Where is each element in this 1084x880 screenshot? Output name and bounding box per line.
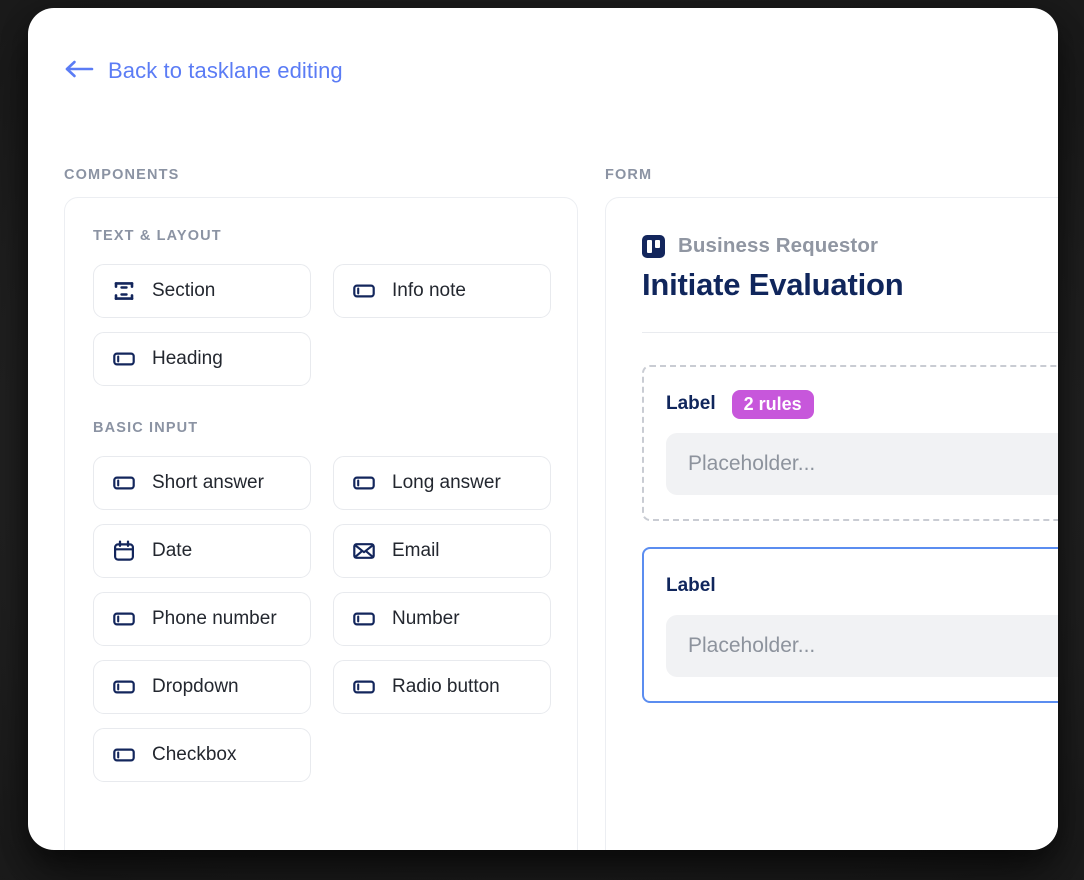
text-field-icon [351, 674, 377, 700]
component-label: Phone number [152, 608, 277, 629]
form-owner-label: Business Requestor [678, 234, 879, 257]
form-field-label: Label [666, 575, 716, 596]
group-caption-basic-input: BASIC INPUT [93, 420, 199, 436]
components-column-caption: COMPONENTS [64, 167, 180, 183]
form-divider [642, 332, 1058, 333]
calendar-icon [111, 538, 137, 564]
component-label: Section [152, 280, 216, 301]
component-label: Date [152, 540, 193, 561]
text-field-icon [351, 278, 377, 304]
component-radio-button[interactable]: Radio button [333, 660, 551, 714]
form-title: Initiate Evaluation [642, 267, 904, 302]
component-label: Dropdown [152, 676, 239, 697]
back-link-label: Back to tasklane editing [108, 58, 343, 83]
component-dropdown[interactable]: Dropdown [93, 660, 311, 714]
component-label: Email [392, 540, 440, 561]
component-date[interactable]: Date [93, 524, 311, 578]
form-field-input[interactable]: Placeholder... [666, 615, 1058, 677]
component-short-answer[interactable]: Short answer [93, 456, 311, 510]
section-icon [111, 278, 137, 304]
text-field-icon [111, 346, 137, 372]
text-field-icon [351, 470, 377, 496]
board-icon [642, 234, 665, 258]
text-layout-component-grid: Section Info note Heading [93, 264, 551, 386]
component-checkbox[interactable]: Checkbox [93, 728, 311, 782]
component-label: Number [392, 608, 460, 629]
component-label: Heading [152, 348, 223, 369]
component-info-note[interactable]: Info note [333, 264, 551, 318]
form-owner-row: Business Requestor [642, 234, 1058, 258]
text-field-icon [111, 742, 137, 768]
envelope-icon [351, 538, 377, 564]
app-window-card: Back to tasklane editing COMPONENTS FORM… [28, 8, 1058, 850]
arrow-left-icon [64, 59, 94, 84]
component-label: Short answer [152, 472, 264, 493]
component-label: Info note [392, 280, 466, 301]
component-number[interactable]: Number [333, 592, 551, 646]
component-section[interactable]: Section [93, 264, 311, 318]
basic-input-group: BASIC INPUT Short answer Long answer Dat… [93, 420, 577, 782]
basic-input-component-grid: Short answer Long answer Date Email Phon… [93, 456, 551, 782]
app-background: Back to tasklane editing COMPONENTS FORM… [0, 0, 1084, 880]
form-field-placeholder: Placeholder... [688, 452, 816, 475]
component-label: Long answer [392, 472, 501, 493]
form-field-header: Label [666, 571, 1058, 601]
form-field-header: Label 2 rules [666, 389, 1058, 419]
form-field-input[interactable]: Placeholder... [666, 433, 1058, 495]
text-field-icon [111, 674, 137, 700]
component-label: Radio button [392, 676, 500, 697]
form-field-label: Label [666, 393, 716, 414]
components-panel: TEXT & LAYOUT Section Info note Heading … [64, 197, 578, 850]
component-label: Checkbox [152, 744, 237, 765]
form-field-block-selected[interactable]: Label Placeholder... [642, 547, 1058, 703]
component-email[interactable]: Email [333, 524, 551, 578]
group-caption-text-layout: TEXT & LAYOUT [93, 228, 222, 244]
back-to-tasklane-link[interactable]: Back to tasklane editing [64, 58, 343, 84]
form-field-block[interactable]: Label 2 rules Placeholder... [642, 365, 1058, 521]
text-field-icon [111, 606, 137, 632]
component-phone-number[interactable]: Phone number [93, 592, 311, 646]
rules-badge[interactable]: 2 rules [731, 389, 814, 419]
text-field-icon [351, 606, 377, 632]
component-long-answer[interactable]: Long answer [333, 456, 551, 510]
component-heading[interactable]: Heading [93, 332, 311, 386]
text-field-icon [111, 470, 137, 496]
form-field-placeholder: Placeholder... [688, 634, 816, 657]
form-column-caption: FORM [605, 167, 653, 183]
form-preview-panel: Business Requestor Initiate Evaluation L… [605, 197, 1058, 850]
